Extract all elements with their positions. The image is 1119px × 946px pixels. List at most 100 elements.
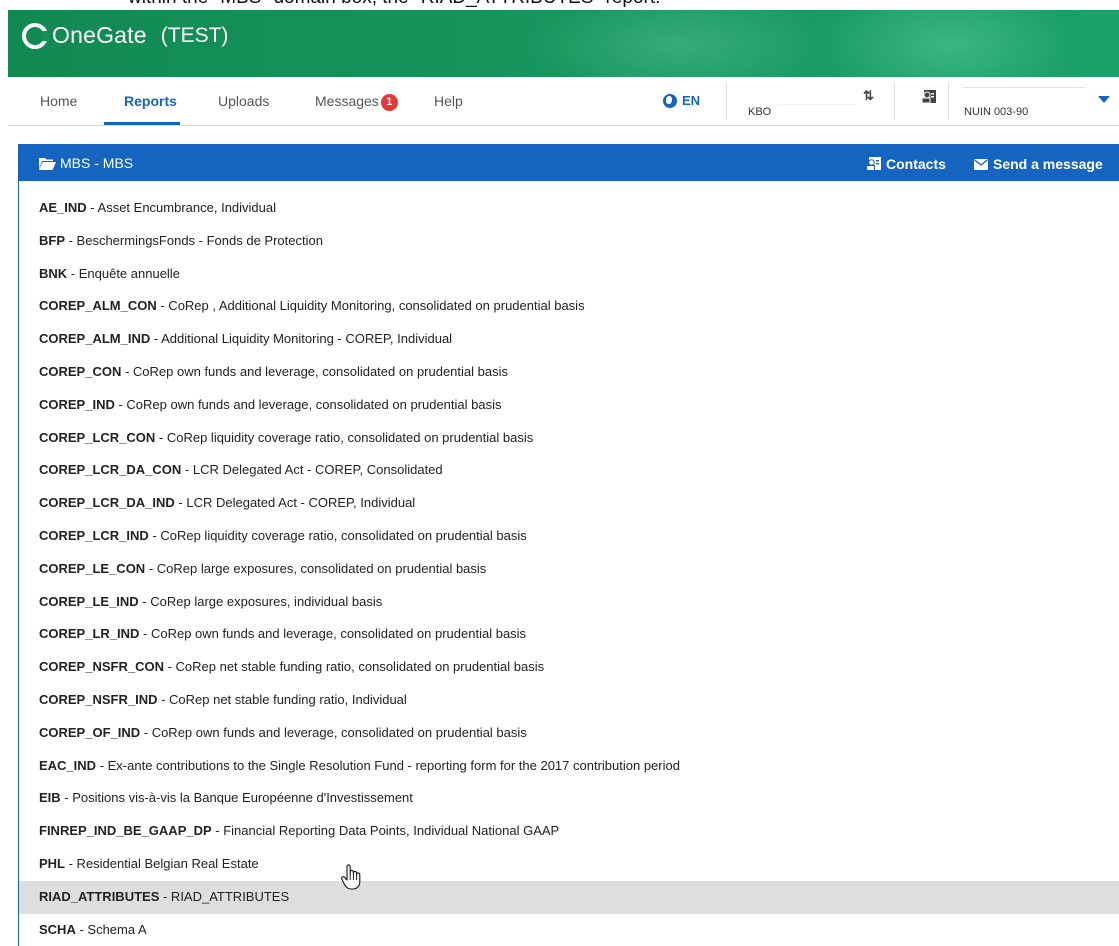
- report-row[interactable]: SCHA - Schema A: [19, 914, 1119, 946]
- report-description: - RIAD_ATTRIBUTES: [159, 888, 290, 904]
- report-row[interactable]: BNK - Enquête annuelle: [19, 258, 1119, 291]
- nav-uploads[interactable]: Uploads: [218, 93, 269, 109]
- report-row[interactable]: COREP_LE_IND - CoRep large exposures, in…: [19, 586, 1119, 619]
- report-code: COREP_LE_IND: [39, 593, 139, 609]
- onegate-logo-icon: [22, 22, 50, 49]
- nuin-label: NUIN 003-90: [964, 106, 1029, 118]
- report-description: - Ex-ante contributions to the Single Re…: [96, 757, 680, 773]
- main-navbar: Home Reports Uploads Messages 1 Help EN K…: [8, 77, 1119, 126]
- report-code: COREP_ALM_IND: [39, 331, 151, 347]
- report-code: COREP_LCR_IND: [39, 527, 149, 543]
- report-row[interactable]: COREP_NSFR_CON - CoRep net stable fundin…: [19, 651, 1119, 684]
- report-description: - Additional Liquidity Monitoring - CORE…: [150, 331, 453, 347]
- report-code: COREP_NSFR_IND: [39, 691, 158, 707]
- report-row[interactable]: COREP_ALM_CON - CoRep , Additional Liqui…: [19, 290, 1119, 323]
- send-message-button[interactable]: Send a message: [974, 156, 1103, 172]
- kbo-value-field: [778, 89, 856, 105]
- divider: [948, 83, 949, 120]
- panel-title: MBS - MBS: [39, 155, 133, 171]
- report-description: - CoRep liquidity coverage ratio, consol…: [155, 429, 534, 445]
- report-description: - CoRep , Additional Liquidity Monitorin…: [156, 298, 585, 314]
- swap-arrows-icon[interactable]: ⇅: [863, 88, 874, 104]
- nuin-field-line: [964, 87, 1084, 88]
- report-description: - BeschermingsFonds - Fonds de Protectio…: [65, 232, 323, 248]
- report-row[interactable]: BFP - BeschermingsFonds - Fonds de Prote…: [19, 225, 1119, 258]
- report-code: BNK: [39, 265, 68, 281]
- report-row[interactable]: PHL - Residential Belgian Real Estate: [19, 848, 1119, 881]
- language-label: EN: [682, 93, 701, 108]
- active-tab-indicator: [104, 122, 180, 125]
- report-description: - CoRep own funds and leverage, consolid…: [121, 363, 508, 379]
- contacts-button[interactable]: Contacts: [866, 156, 946, 172]
- divider: [726, 83, 727, 120]
- instruction-caption: within the "MBS" domain box, the "RIAD_A…: [0, 0, 1119, 10]
- divider: [894, 83, 895, 120]
- report-row[interactable]: EIB - Positions vis-à-vis la Banque Euro…: [19, 782, 1119, 815]
- app-brand[interactable]: OneGate (TEST): [22, 22, 228, 49]
- report-code: EIB: [39, 790, 61, 806]
- report-description: - Financial Reporting Data Points, Indiv…: [211, 823, 560, 839]
- report-code: RIAD_ATTRIBUTES: [39, 888, 160, 904]
- report-code: COREP_CON: [39, 363, 122, 379]
- report-description: - Schema A: [75, 921, 147, 937]
- app-banner: OneGate (TEST): [8, 10, 1119, 77]
- report-description: - Positions vis-à-vis la Banque Européen…: [60, 790, 413, 806]
- nav-messages-label: Messages: [315, 93, 379, 109]
- report-code: FINREP_IND_BE_GAAP_DP: [39, 823, 212, 839]
- report-row[interactable]: COREP_LCR_IND - CoRep liquidity coverage…: [19, 520, 1119, 553]
- globe-icon: [663, 93, 677, 108]
- report-code: COREP_LE_CON: [39, 560, 146, 576]
- report-row[interactable]: COREP_LCR_CON - CoRep liquidity coverage…: [19, 422, 1119, 455]
- report-row[interactable]: COREP_LCR_DA_IND - LCR Delegated Act - C…: [19, 487, 1119, 520]
- send-message-label: Send a message: [993, 156, 1103, 172]
- contact-card-icon: [866, 157, 881, 171]
- report-description: - Enquête annuelle: [67, 265, 180, 281]
- report-description: - CoRep large exposures, consolidated on…: [145, 560, 487, 576]
- report-row[interactable]: COREP_LE_CON - CoRep large exposures, co…: [19, 553, 1119, 586]
- report-row[interactable]: AE_IND - Asset Encumbrance, Individual: [19, 192, 1119, 225]
- hand-pointer-cursor-icon: [341, 864, 361, 890]
- report-description: - CoRep net stable funding ratio, consol…: [163, 659, 545, 675]
- report-code: COREP_NSFR_CON: [39, 659, 164, 675]
- report-row[interactable]: COREP_IND - CoRep own funds and leverage…: [19, 389, 1119, 422]
- report-code: COREP_LCR_CON: [39, 429, 156, 445]
- contact-card-icon[interactable]: [921, 89, 937, 104]
- report-row[interactable]: COREP_ALM_IND - Additional Liquidity Mon…: [19, 323, 1119, 356]
- report-description: - Asset Encumbrance, Individual: [86, 200, 277, 215]
- nav-reports[interactable]: Reports: [124, 93, 177, 109]
- report-code: EAC_IND: [39, 757, 97, 773]
- messages-count-badge: 1: [380, 94, 398, 111]
- report-row[interactable]: EAC_IND - Ex-ante contributions to the S…: [19, 750, 1119, 783]
- report-code: PHL: [39, 855, 65, 871]
- report-row[interactable]: COREP_OF_IND - CoRep own funds and lever…: [19, 717, 1119, 750]
- report-code: COREP_LCR_DA_IND: [39, 495, 175, 511]
- report-row[interactable]: RIAD_ATTRIBUTES - RIAD_ATTRIBUTES: [19, 880, 1119, 914]
- report-row[interactable]: COREP_CON - CoRep own funds and leverage…: [19, 356, 1119, 389]
- report-code: COREP_ALM_CON: [39, 298, 157, 314]
- report-description: - CoRep own funds and leverage, consolid…: [140, 724, 527, 740]
- report-description: - LCR Delegated Act - COREP, Consolidate…: [181, 462, 443, 478]
- report-description: - CoRep large exposures, individual basi…: [138, 593, 383, 609]
- panel-header: MBS - MBS Contacts Send a message: [19, 144, 1119, 181]
- report-row[interactable]: COREP_LCR_DA_CON - LCR Delegated Act - C…: [19, 454, 1119, 487]
- dropdown-caret-icon[interactable]: [1098, 96, 1110, 103]
- contacts-label: Contacts: [886, 156, 946, 172]
- nav-help[interactable]: Help: [434, 93, 463, 109]
- report-code: SCHA: [39, 921, 76, 937]
- report-code: COREP_IND: [39, 396, 115, 412]
- folder-open-icon: [39, 157, 56, 170]
- nav-messages[interactable]: Messages 1: [315, 93, 398, 111]
- report-description: - CoRep liquidity coverage ratio, consol…: [148, 527, 527, 543]
- report-code: COREP_LCR_DA_CON: [39, 462, 182, 478]
- language-selector[interactable]: EN: [663, 93, 700, 108]
- report-row[interactable]: FINREP_IND_BE_GAAP_DP - Financial Report…: [19, 815, 1119, 848]
- report-code: BFP: [39, 232, 65, 248]
- report-description: - CoRep own funds and leverage, consolid…: [139, 626, 527, 642]
- app-name: OneGate: [52, 22, 147, 48]
- report-description: - LCR Delegated Act - COREP, Individual: [174, 495, 416, 511]
- nav-home[interactable]: Home: [40, 93, 77, 109]
- banner-decoration: [528, 10, 828, 77]
- report-row[interactable]: COREP_NSFR_IND - CoRep net stable fundin…: [19, 684, 1119, 717]
- report-list: AE_IND - Asset Encumbrance, Individual BF…: [19, 192, 1119, 946]
- report-row[interactable]: COREP_LR_IND - CoRep own funds and lever…: [19, 618, 1119, 651]
